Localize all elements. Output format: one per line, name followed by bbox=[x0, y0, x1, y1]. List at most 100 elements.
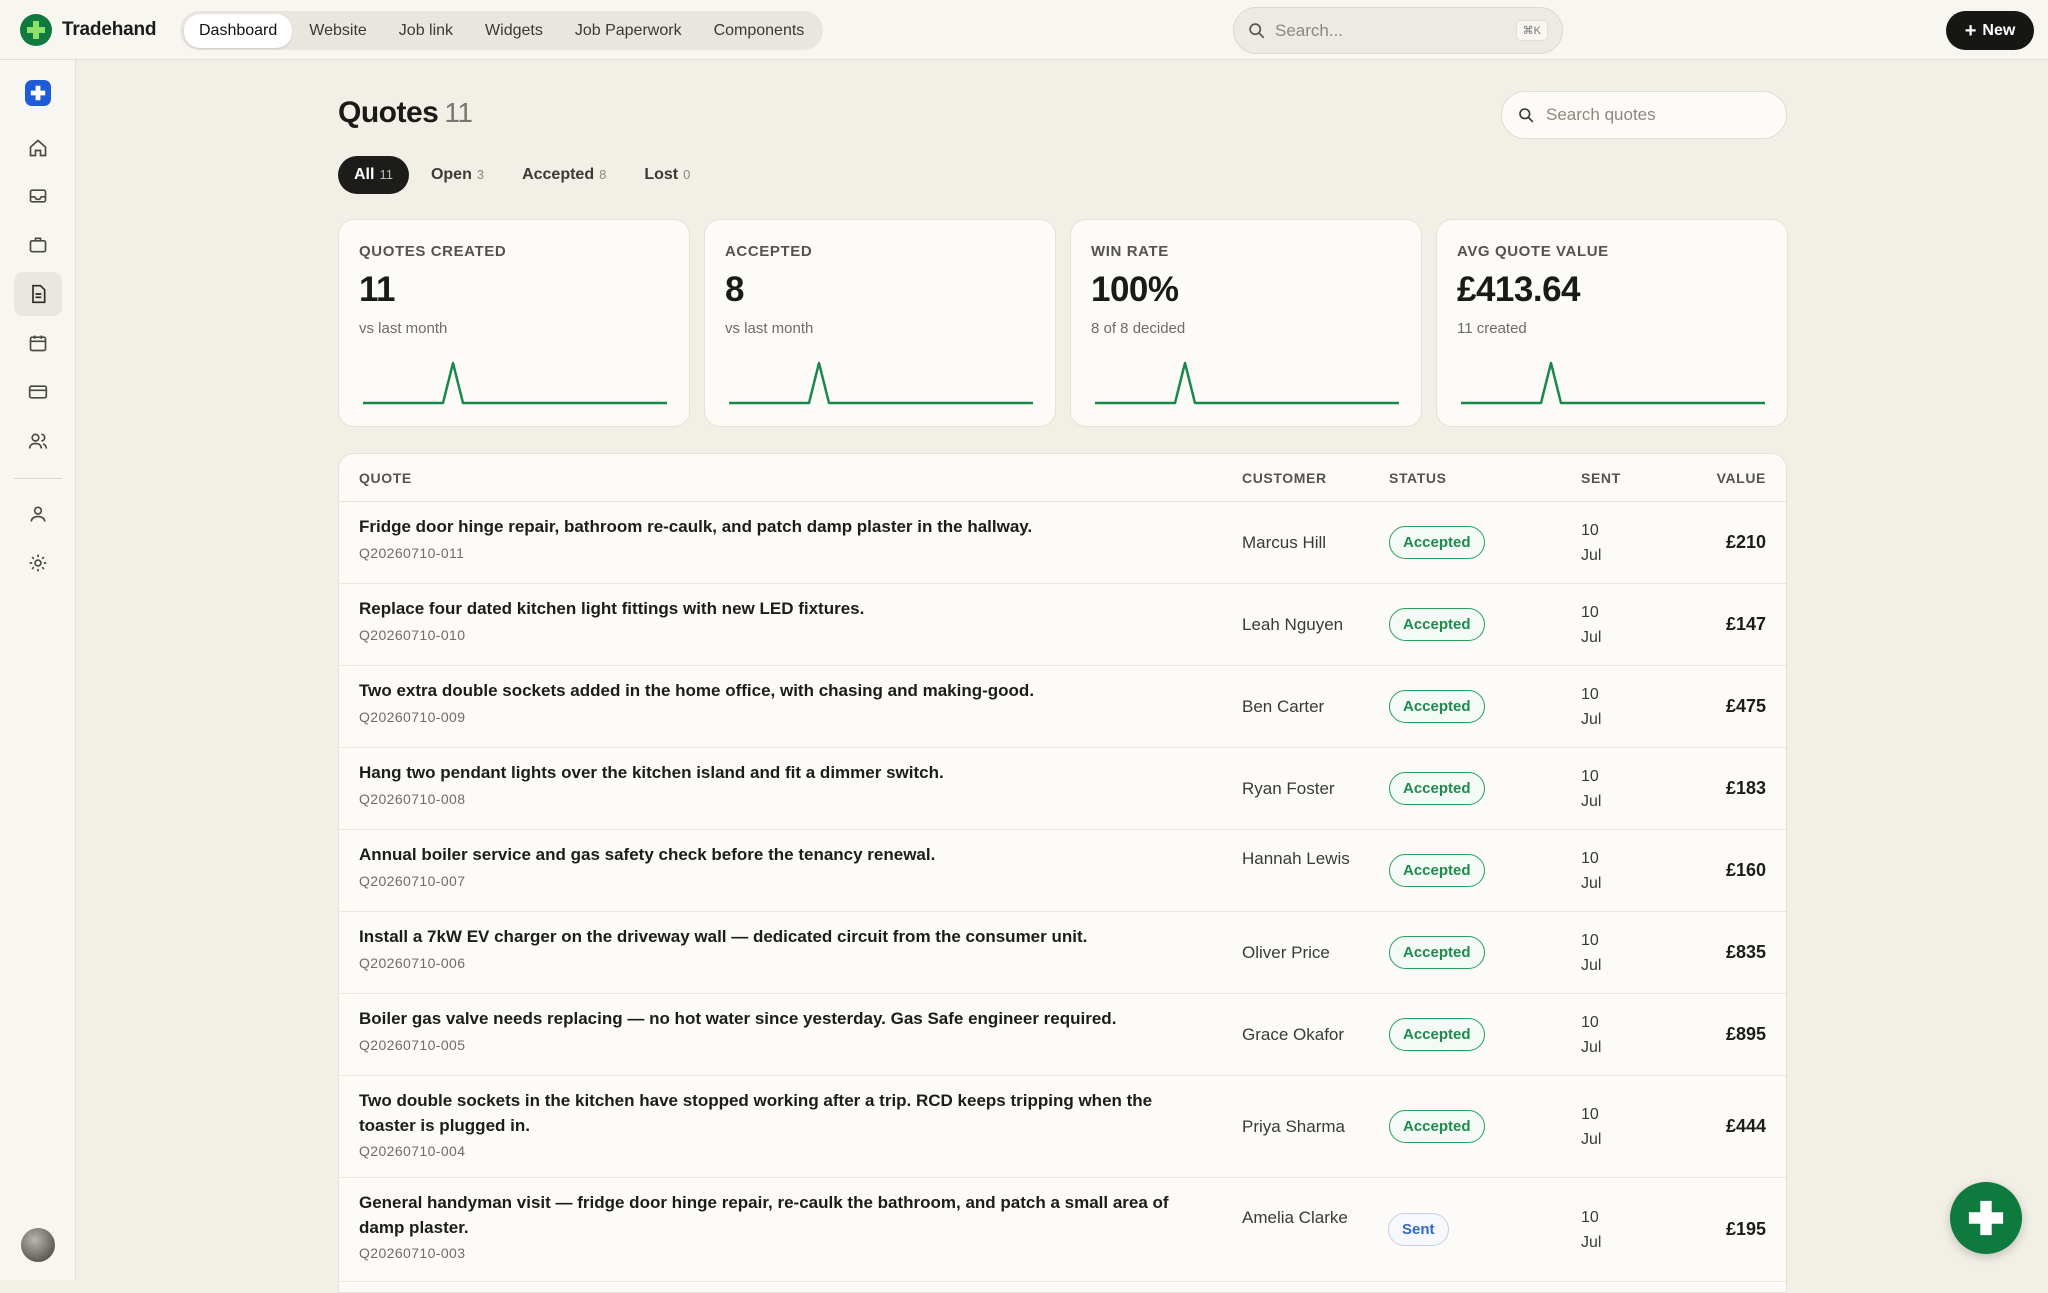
sent-month: Jul bbox=[1581, 1039, 1602, 1056]
sent-month: Jul bbox=[1581, 1234, 1602, 1251]
table-row[interactable]: Hang two pendant lights over the kitchen… bbox=[339, 748, 1786, 830]
quote-id: Q20260710-008 bbox=[359, 791, 466, 807]
help-fab-button[interactable] bbox=[1950, 1182, 2022, 1254]
home-icon[interactable] bbox=[14, 126, 62, 170]
customer-name: Amelia Clarke bbox=[1242, 1208, 1348, 1227]
column-header-customer[interactable]: CUSTOMER bbox=[1242, 470, 1327, 486]
sent-month: Jul bbox=[1581, 711, 1602, 728]
new-button-label: New bbox=[1982, 21, 2016, 39]
sent-date: 10 Jul bbox=[1581, 928, 1601, 978]
calendar-icon[interactable] bbox=[14, 321, 62, 365]
table-row[interactable]: Two double sockets in the kitchen have s… bbox=[339, 1076, 1786, 1178]
quote-title[interactable]: Fridge door hinge repair, bathroom re-ca… bbox=[359, 514, 1189, 539]
brand[interactable]: Tradehand bbox=[20, 14, 156, 46]
search-icon bbox=[1519, 108, 1534, 123]
quote-id: Q20260710-005 bbox=[359, 1037, 466, 1053]
quote-title[interactable]: Two double sockets in the kitchen have s… bbox=[359, 1088, 1189, 1138]
table-row[interactable]: Two extra double sockets added in the ho… bbox=[339, 666, 1786, 748]
card-icon[interactable] bbox=[14, 370, 62, 414]
quote-title[interactable]: Annual boiler service and gas safety che… bbox=[359, 842, 1189, 867]
column-header-quote[interactable]: QUOTE bbox=[359, 470, 412, 486]
table-row[interactable]: Replace four dated kitchen light fitting… bbox=[339, 584, 1786, 666]
page-title-count: 11 bbox=[444, 97, 473, 128]
table-row[interactable]: General handyman visit — fridge door hin… bbox=[339, 1178, 1786, 1282]
nav-tab-dashboard[interactable]: Dashboard bbox=[184, 13, 293, 48]
users-icon[interactable] bbox=[14, 419, 62, 463]
sidebar-logo-icon[interactable] bbox=[14, 71, 62, 115]
quote-title[interactable]: Replace four dated kitchen light fitting… bbox=[359, 596, 1189, 621]
nav-tab-job-link[interactable]: Job link bbox=[384, 14, 468, 48]
quote-title[interactable]: Install a 7kW EV charger on the driveway… bbox=[359, 924, 1189, 949]
stat-label: ACCEPTED bbox=[725, 243, 813, 260]
inbox-icon[interactable] bbox=[14, 174, 62, 218]
stat-label: AVG QUOTE VALUE bbox=[1457, 243, 1609, 260]
filter-tab-label: Open bbox=[430, 166, 472, 183]
quote-title[interactable]: Hang two pendant lights over the kitchen… bbox=[359, 760, 1189, 785]
sent-month: Jul bbox=[1581, 629, 1602, 646]
status-badge: Accepted bbox=[1389, 1018, 1485, 1051]
nav-tab-components[interactable]: Components bbox=[699, 14, 820, 48]
sidebar-divider bbox=[14, 478, 62, 479]
filter-tab-count: 3 bbox=[476, 167, 485, 182]
filter-tabs: All 11 Open 3 Accepted 8 Lost 0 bbox=[338, 156, 706, 194]
nav-tab-website[interactable]: Website bbox=[294, 14, 382, 48]
table-row[interactable]: Fridge door hinge repair, bathroom re-ca… bbox=[339, 502, 1786, 584]
sent-date: 10 Jul bbox=[1581, 682, 1601, 732]
global-search[interactable]: Search... ⌘K bbox=[1233, 7, 1563, 54]
status-badge: Accepted bbox=[1389, 772, 1485, 805]
quote-title[interactable]: Two extra double sockets added in the ho… bbox=[359, 678, 1189, 703]
avatar[interactable] bbox=[21, 1228, 55, 1262]
status-badge: Accepted bbox=[1389, 854, 1485, 887]
table-row[interactable]: Install a 7kW EV charger on the driveway… bbox=[339, 912, 1786, 994]
customer-name: Grace Okafor bbox=[1242, 1025, 1345, 1044]
filter-tab-open[interactable]: Open 3 bbox=[415, 156, 500, 194]
page-title-text: Quotes bbox=[338, 96, 439, 129]
filter-tab-accepted[interactable]: Accepted 8 bbox=[506, 156, 622, 194]
quote-value: £444 bbox=[1725, 1116, 1766, 1136]
quotes-search-placeholder: Search quotes bbox=[1546, 105, 1656, 124]
quote-value: £147 bbox=[1725, 614, 1766, 634]
column-header-value[interactable]: VALUE bbox=[1717, 470, 1766, 486]
customer-name: Hannah Lewis bbox=[1242, 849, 1350, 868]
settings-icon[interactable] bbox=[14, 541, 62, 585]
column-header-status[interactable]: STATUS bbox=[1389, 470, 1447, 486]
sent-day: 10 bbox=[1581, 1106, 1599, 1123]
customer-name: Leah Nguyen bbox=[1242, 615, 1344, 634]
nav-tab-widgets[interactable]: Widgets bbox=[470, 14, 558, 48]
user-icon[interactable] bbox=[14, 492, 62, 536]
new-button[interactable]: + New bbox=[1946, 11, 2034, 50]
quote-value: £160 bbox=[1725, 860, 1766, 880]
quote-title[interactable]: General handyman visit — fridge door hin… bbox=[359, 1190, 1189, 1240]
table-row[interactable]: Boiler gas valve needs replacing — no ho… bbox=[339, 994, 1786, 1076]
sparkline bbox=[1095, 361, 1399, 405]
nav-tab-job-paperwork[interactable]: Job Paperwork bbox=[560, 14, 697, 48]
filter-tab-count: 11 bbox=[379, 167, 393, 182]
filter-tab-lost[interactable]: Lost 0 bbox=[628, 156, 706, 194]
quote-title[interactable]: Boiler gas valve needs replacing — no ho… bbox=[359, 1006, 1189, 1031]
sent-date: 10 Jul bbox=[1581, 600, 1601, 650]
quote-value: £195 bbox=[1725, 1219, 1766, 1239]
briefcase-icon[interactable] bbox=[14, 223, 62, 267]
filter-tab-label: Lost bbox=[644, 166, 679, 183]
status-badge: Sent bbox=[1388, 1213, 1449, 1246]
document-icon[interactable] bbox=[14, 272, 62, 316]
filter-tab-count: 0 bbox=[683, 167, 691, 182]
table-row[interactable]: Annual boiler service and gas safety che… bbox=[339, 830, 1786, 912]
sent-date: 10 Jul bbox=[1581, 518, 1601, 568]
customer-name: Ben Carter bbox=[1242, 697, 1325, 716]
customer-name: Marcus Hill bbox=[1242, 533, 1327, 552]
global-search-placeholder: Search... bbox=[1275, 20, 1344, 40]
sent-day: 10 bbox=[1581, 768, 1599, 785]
sent-day: 10 bbox=[1581, 1014, 1599, 1031]
stat-value: £413.64 bbox=[1457, 270, 1581, 309]
filter-tab-label: All bbox=[354, 166, 375, 183]
sent-date: 10 Jul bbox=[1581, 846, 1601, 896]
stat-subtext: 11 created bbox=[1457, 320, 1527, 337]
tradehand-logo-icon bbox=[1968, 1200, 2004, 1236]
column-header-sent[interactable]: SENT bbox=[1581, 470, 1621, 486]
quotes-search-input[interactable]: Search quotes bbox=[1501, 91, 1787, 139]
sent-day: 10 bbox=[1581, 932, 1599, 949]
stat-subtext: vs last month bbox=[359, 320, 448, 337]
filter-tab-all[interactable]: All 11 bbox=[338, 156, 409, 194]
table-header: QUOTE CUSTOMER STATUS SENT VALUE bbox=[339, 454, 1786, 502]
